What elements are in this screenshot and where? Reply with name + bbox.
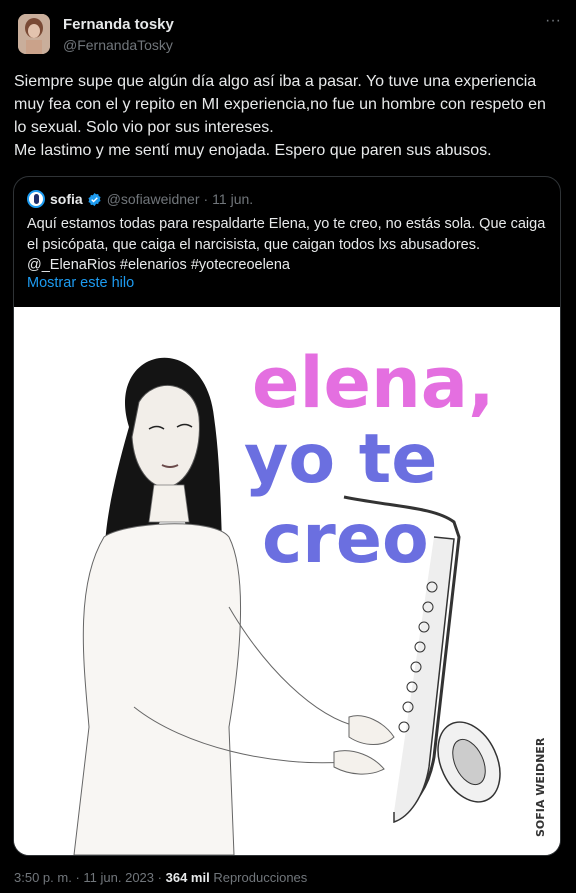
quoted-author-name[interactable]: sofia [50, 191, 83, 207]
tweet-time[interactable]: 3:50 p. m. [14, 870, 72, 885]
verified-badge-icon [88, 192, 101, 206]
tweet-line: Me lastimo y me sentí muy enojada. Esper… [14, 142, 492, 159]
image-text-line1: elena, [252, 342, 495, 424]
more-options-icon[interactable]: ··· [543, 13, 563, 34]
quoted-tweet[interactable]: sofia @sofiaweidner · 11 jun. Aquí estam… [13, 176, 561, 856]
illustration: elena, yo te creo SOFIA WEIDNER [14, 307, 560, 855]
quoted-tweet-header: sofia @sofiaweidner · 11 jun. [27, 189, 253, 209]
tweet-footer: 3:50 p. m. · 11 jun. 2023 · 364 mil Repr… [14, 870, 307, 885]
separator: · [75, 870, 80, 885]
author-name[interactable]: Fernanda tosky [63, 16, 174, 33]
author-handle[interactable]: @FernandaTosky [63, 37, 173, 53]
quoted-author-avatar[interactable] [27, 190, 45, 208]
quoted-tweet-image[interactable]: elena, yo te creo SOFIA WEIDNER [14, 307, 560, 855]
image-text-line2: yo te [244, 420, 437, 499]
tweet-line: Siempre supe que algún día algo así iba … [14, 73, 546, 136]
image-text-line3: creo [262, 500, 429, 579]
tweet-text: Siempre supe que algún día algo así iba … [14, 70, 562, 162]
show-thread-link[interactable]: Mostrar este hilo [27, 275, 134, 291]
signature-text: SOFIA WEIDNER [534, 737, 547, 837]
quoted-tweet-date[interactable]: 11 jun. [212, 191, 253, 207]
tweet-date[interactable]: 11 jun. 2023 [83, 870, 154, 885]
quoted-author-handle[interactable]: @sofiaweidner [107, 191, 200, 207]
separator: · [203, 191, 209, 207]
tweet-header: Fernanda tosky @FernandaTosky ··· [18, 13, 563, 58]
author-avatar[interactable] [18, 14, 50, 54]
separator: · [157, 870, 162, 885]
views-label: Reproducciones [213, 870, 308, 885]
view-count: 364 mil [165, 870, 210, 885]
quoted-tweet-text: Aquí estamos todas para respaldarte Elen… [27, 216, 546, 273]
